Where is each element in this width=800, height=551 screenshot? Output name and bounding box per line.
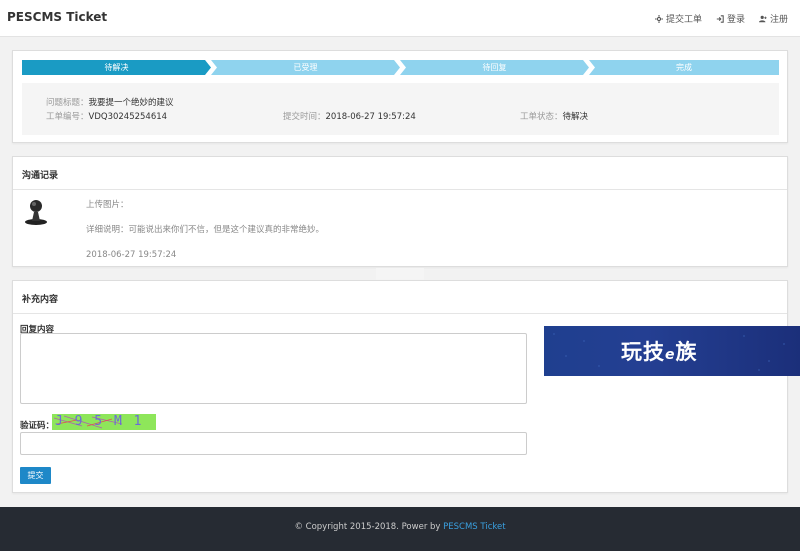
ticket-info-box: 问题标题：我要提一个绝妙的建议 工单编号：VDQ30245254614 提交时间… [22,83,779,135]
captcha-text: J 9 5 M 1 U 3 [55,414,144,429]
ticket-title-value: 我要提一个绝妙的建议 [88,98,174,108]
footer-link[interactable]: PESCMS Ticket [443,522,505,532]
comment-upload-text: 上传图片： [86,200,129,210]
progress-steps: 待解决 已受理 待回复 完成 [22,60,779,75]
progress-step-label-2: 已受理 [293,63,318,72]
nav-login-label: 登录 [726,15,745,25]
ticket-number-row: 工单编号：VDQ30245254614 [46,110,167,122]
communication-panel: 沟通记录 上传图片： 详细说明：可能说出来你们不信，但是这个建议真的非常绝妙。 … [12,156,788,267]
progress-step-label-1: 待解决 [104,63,129,72]
nav-register[interactable]: 注册 [758,12,788,25]
banner-text: 玩技e族 [621,336,698,366]
ticket-title-row: 问题标题：我要提一个绝妙的建议 [46,96,174,108]
progress-step-label-4: 完成 [676,63,692,72]
footer-copyright: © Copyright 2015-2018. Power by [294,522,444,532]
progress-step-label-3: 待回复 [482,63,507,72]
ticket-summary-panel: 待解决 已受理 待回复 完成 问题标题：我要提一个绝妙的建议 工单编号：VDQ3… [12,50,788,143]
add-user-icon [758,15,767,22]
comment-detail-text: 详细说明：可能说出来你们不信，但是这个建议真的非常绝妙。 [86,225,325,235]
reply-textarea[interactable] [20,333,527,404]
ad-banner[interactable]: 玩技e族 [544,326,800,376]
ticket-time-row: 提交时间：2018-06-27 19:57:24 [283,110,416,122]
comment-timestamp: 2018-06-27 19:57:24 [86,250,177,260]
nav-register-label: 注册 [769,15,788,25]
ticket-status-value: 待解决 [562,112,589,122]
communication-title: 沟通记录 [13,157,787,190]
banner-text-part-2: 族 [675,340,698,364]
banner-text-part-1: 玩技 [621,340,665,364]
supplement-title: 补充内容 [13,281,787,314]
avatar [25,200,47,225]
brand-logo[interactable]: PESCMS Ticket [7,10,107,24]
ticket-number-value: VDQ30245254614 [88,112,168,122]
ticket-time-label: 提交时间： [283,112,326,122]
nav-submit-ticket[interactable]: 提交工单 [654,12,702,25]
ticket-status-row: 工单状态：待解决 [520,110,588,122]
top-nav: 提交工单 登录 注册 [654,12,788,25]
supplement-panel: 补充内容 回复内容 验证码： J 9 5 M 1 U 3 提交 [12,280,788,493]
ticket-number-label: 工单编号： [46,112,89,122]
login-icon [716,14,724,23]
submit-button[interactable]: 提交 [20,467,51,484]
nav-login[interactable]: 登录 [716,12,745,25]
top-navbar: PESCMS Ticket 提交工单 登录 注册 [0,0,800,37]
ticket-title-label: 问题标题： [46,98,89,108]
settings-icon [654,14,663,23]
captcha-label: 验证码： [20,421,55,431]
ticket-status-label: 工单状态： [520,112,563,122]
ticket-time-value: 2018-06-27 19:57:24 [325,112,416,122]
captcha-image[interactable]: J 9 5 M 1 U 3 [52,414,156,430]
captcha-input[interactable] [20,432,527,455]
banner-text-e: e [665,347,676,363]
footer: © Copyright 2015-2018. Power by PESCMS T… [0,507,800,551]
nav-submit-ticket-label: 提交工单 [665,15,702,25]
